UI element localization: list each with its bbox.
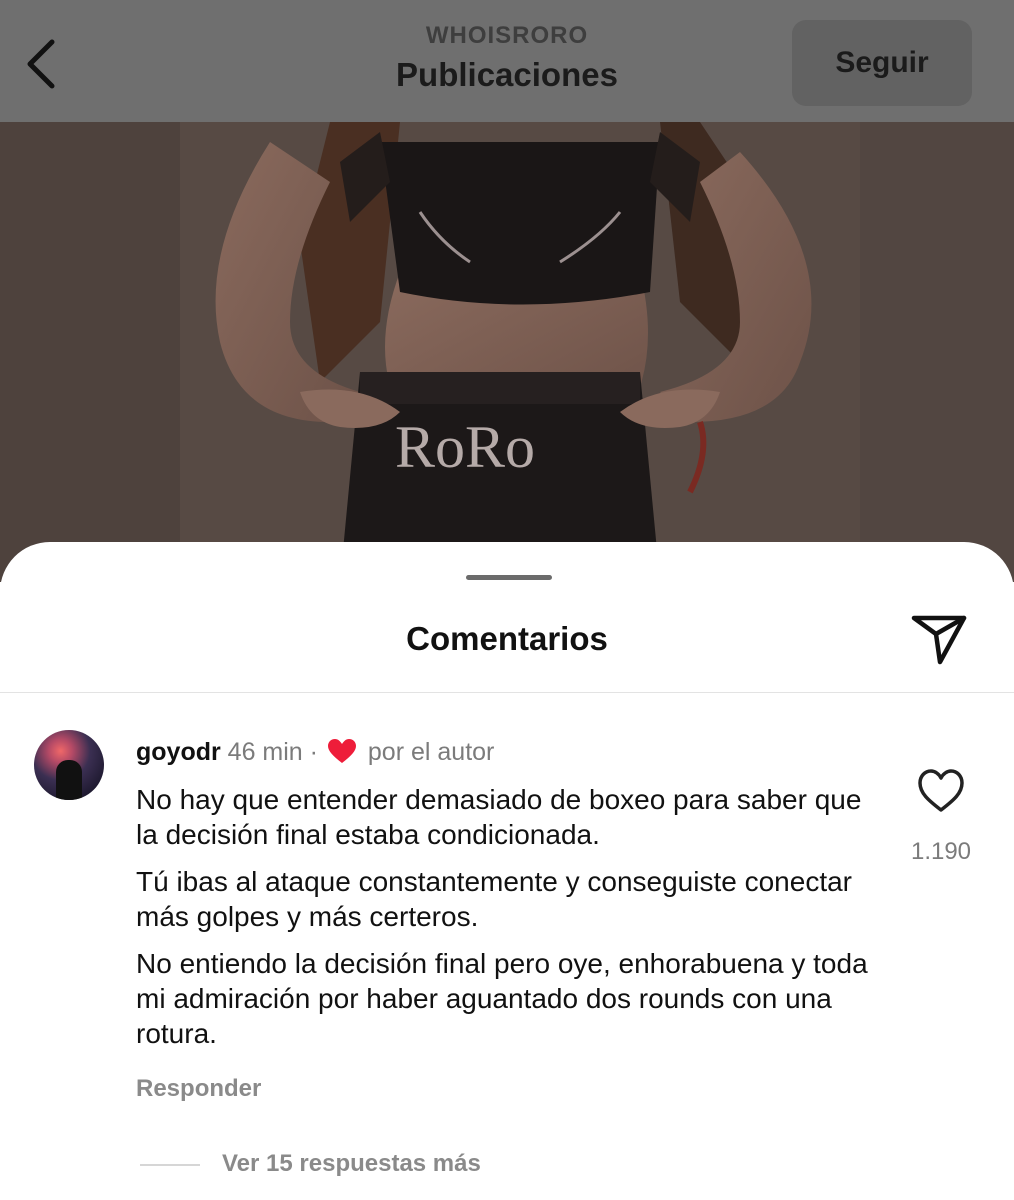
shorts-logo-text: RoRo (395, 414, 535, 480)
comment-meta: goyodr 46 min · por el autor (136, 738, 494, 767)
comment-time: 46 min (227, 738, 303, 766)
divider (0, 692, 1014, 693)
replies-divider-line (140, 1163, 200, 1166)
comment-paragraph: No entiendo la decisión final pero oye, … (136, 948, 868, 1049)
reply-button[interactable]: Responder (136, 1075, 261, 1103)
avatar[interactable] (34, 730, 104, 800)
post-photo[interactable]: RoRo (0, 122, 1014, 582)
top-nav-bar: WHOISRORO Publicaciones Seguir (0, 0, 1014, 122)
like-count: 1.190 (910, 838, 972, 865)
sheet-grabber[interactable] (466, 575, 552, 580)
comments-sheet: Comentarios goyodr 46 min · por el autor… (0, 542, 1014, 1200)
comment-paragraph: No hay que entender demasiado de boxeo p… (136, 784, 862, 850)
share-button[interactable] (906, 606, 972, 666)
avatar-figure (56, 760, 82, 800)
heart-outline-icon (918, 769, 964, 812)
comments-title: Comentarios (406, 620, 608, 657)
view-replies-button[interactable]: Ver 15 respuestas más (140, 1150, 481, 1178)
paper-plane-icon (911, 615, 967, 665)
comment-body: No hay que entender demasiado de boxeo p… (136, 782, 876, 1063)
heart-filled-icon (327, 739, 356, 763)
comment-username[interactable]: goyodr (136, 738, 221, 766)
comment-paragraph: Tú ibas al ataque constantemente y conse… (136, 866, 852, 932)
meta-separator: · (309, 738, 318, 766)
like-button[interactable] (916, 768, 966, 814)
view-replies-label: Ver 15 respuestas más (222, 1150, 481, 1177)
follow-button[interactable]: Seguir (792, 20, 972, 106)
liked-by-author-label: por el autor (367, 738, 495, 766)
post-image: RoRo (0, 122, 1014, 582)
